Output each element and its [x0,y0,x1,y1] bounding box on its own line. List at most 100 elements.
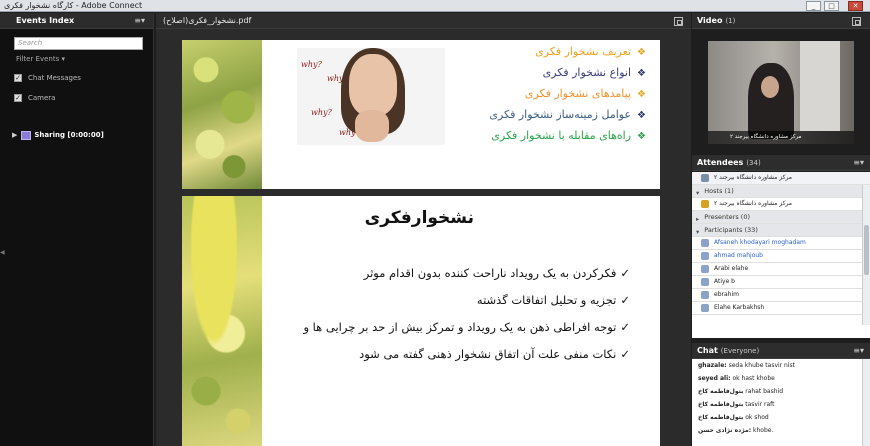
fullscreen-icon[interactable] [674,17,683,26]
check-list-item: ✓توجه افراطی ذهن به یک رویداد و تمرکز بی… [303,320,630,334]
filter-events-dropdown[interactable]: Filter Events ▾ [16,55,65,63]
checkmark-icon: ✓ [14,74,22,82]
share-screen-icon [21,130,32,140]
video-person-shape [748,63,794,139]
minimize-button[interactable]: _ [806,1,821,11]
fullscreen-icon[interactable] [852,17,861,26]
events-index-panel: Events Index ≡▾ Search Filter Events ▾ ✓… [0,13,154,446]
filter-events-label: Filter Events [16,55,60,63]
host-row[interactable]: مرکز مشاوره دانشگاه بیرجند ۲ [692,198,870,211]
diamond-bullet-icon: ❖ [637,110,646,121]
maximize-button[interactable]: □ [824,1,839,11]
chat-messages: ghazale: seda khube tasvir nist seyed al… [692,359,870,446]
participant-icon [701,303,709,312]
sharing-event-item[interactable]: ▶ Sharing [0:00:00] [12,129,104,141]
presenters-group[interactable]: ▸ Presenters (0) [692,211,870,224]
check-list-item: ✓نکات منفی علت آن اتفاق نشخوار ذهنی گفته… [359,347,630,361]
chat-messages-checkbox[interactable]: ✓ Chat Messages [14,73,81,83]
check-list-item: ✓تجزیه و تحلیل اتفاقات گذشته [476,293,630,307]
diamond-bullet-icon: ❖ [637,131,646,142]
checkmark-icon: ✓ [620,293,630,307]
collapse-arrow-icon[interactable]: ▾ [696,226,699,236]
chat-message: بتول‌فاطمه کاخ ok shod [698,414,769,421]
participant-icon [701,251,709,260]
slide-2: نشخوارفکری ✓فکرکردن به یک رویداد ناراحت … [182,196,660,446]
participant-row[interactable]: Arabi elahe [692,263,870,276]
participant-icon [701,290,709,299]
bullet-item: ❖عوامل زمینه‌ساز نشخوار فکری [489,108,646,121]
video-face-shape [761,76,779,98]
webcam-video[interactable]: مرکز مشاوره دانشگاه بیرجند ۲ [708,41,854,144]
checkmark-icon: ✓ [620,320,630,334]
participant-row[interactable]: Atiye b [692,276,870,289]
attendees-pod-title: Attendees [697,158,744,167]
attendees-pod-header: Attendees (34) ≡▾ [692,155,870,171]
participants-group[interactable]: ▾ Participants (33) [692,224,870,237]
events-index-title: Events Index [16,16,75,25]
host-icon [701,199,709,208]
share-pod-header: نشخوار_فکری(اصلاح).pdf [156,13,691,29]
expand-arrow-icon[interactable]: ▸ [696,213,699,223]
slide2-title: نشخوارفکری [364,208,474,228]
participant-row[interactable]: ebrahim [692,289,870,302]
checkmark-icon: ✓ [620,266,630,280]
share-pod: نشخوار_فکری(اصلاح).pdf why? why? why? wh… [156,13,691,446]
right-pods: Video (1) مرکز مشاوره دانشگاه بیرجند ۲ At… [692,13,870,446]
bullet-item: ❖تعریف نشخوار فکری [535,45,646,58]
chat-scrollbar[interactable] [862,359,870,446]
video-door-shape [800,41,840,131]
panel-menu-icon[interactable]: ≡▾ [853,155,864,171]
video-count: (1) [725,17,736,25]
pdf-file-name: نشخوار_فکری(اصلاح).pdf [163,16,252,25]
attendees-scrollbar[interactable] [862,185,870,325]
participant-row[interactable]: Afsaneh khodayari moghadam [692,237,870,250]
bullet-item: ❖انواع نشخوار فکری [542,66,646,79]
leaf-decoration-image [182,196,262,446]
chat-message: seyed ali: ok hast khobe [698,375,775,382]
checkmark-icon: ✓ [620,347,630,361]
events-index-header: Events Index ≡▾ [0,13,153,29]
window-titlebar: کارگاه نشخوار فکری - Adobe Connect _ □ ✕ [0,0,870,12]
expand-arrow-icon[interactable]: ▶ [12,131,17,139]
thinking-woman-image: why? why? why? why? [297,48,445,145]
bullet-item: ❖راه‌های مقابله با نشخوار فکری [491,129,646,142]
user-status-icon[interactable] [701,173,709,182]
attendees-list: مرکز مشاوره دانشگاه بیرجند ۲ ▾ Hosts (1) … [692,172,870,338]
chat-scope: (Everyone) [720,347,760,355]
slide2-check-list: ✓فکرکردن به یک رویداد ناراحت کننده بدون … [303,260,630,368]
search-input[interactable]: Search [14,37,143,50]
hand-shape [355,110,389,142]
why-text: why? [301,60,322,69]
slide-1: why? why? why? why? ❖تعریف نشخوار فکری ❖… [182,40,660,189]
chat-message: ghazale: seda khube tasvir nist [698,362,795,369]
attendees-count: (34) [746,159,761,167]
panel-menu-icon[interactable]: ≡▾ [134,13,145,29]
chat-pod-title: Chat [697,346,718,355]
participant-row[interactable]: ahmad mahjoub [692,250,870,263]
current-user-row[interactable]: مرکز مشاوره دانشگاه بیرجند ۲ [692,172,870,185]
slide1-bullet-list: ❖تعریف نشخوار فکری ❖انواع نشخوار فکری ❖پ… [489,42,646,147]
close-button[interactable]: ✕ [848,1,863,11]
hosts-group[interactable]: ▾ Hosts (1) [692,185,870,198]
participant-icon [701,264,709,273]
participant-icon [701,277,709,286]
chat-messages-label: Chat Messages [28,74,81,82]
window-title: کارگاه نشخوار فکری - Adobe Connect [4,1,143,10]
chat-message: بتول‌فاطمه کاخ rahat bashid [698,388,784,395]
bullet-item: ❖پیامدهای نشخوار فکری [524,87,646,100]
diamond-bullet-icon: ❖ [637,89,646,100]
collapse-arrow-icon[interactable]: ▾ [696,187,699,197]
panel-collapse-handle[interactable]: ◀ [0,249,5,256]
chat-pod-header: Chat (Everyone) ≡▾ [692,343,870,359]
camera-checkbox[interactable]: ✓ Camera [14,93,55,103]
scrollbar-thumb[interactable] [864,225,869,275]
chat-message: مژده نژادی حسن: khobe. [698,427,774,434]
participant-row[interactable]: Elahe Karbakhsh [692,302,870,315]
chat-message: بتول‌فاطمه کاخ tasvir raft [698,401,775,408]
camera-label: Camera [28,94,56,102]
video-pod-header: Video (1) [692,13,870,29]
sharing-label: Sharing [0:00:00] [34,131,104,139]
diamond-bullet-icon: ❖ [637,68,646,79]
leaf-decoration-image [182,40,262,189]
panel-menu-icon[interactable]: ≡▾ [853,343,864,359]
